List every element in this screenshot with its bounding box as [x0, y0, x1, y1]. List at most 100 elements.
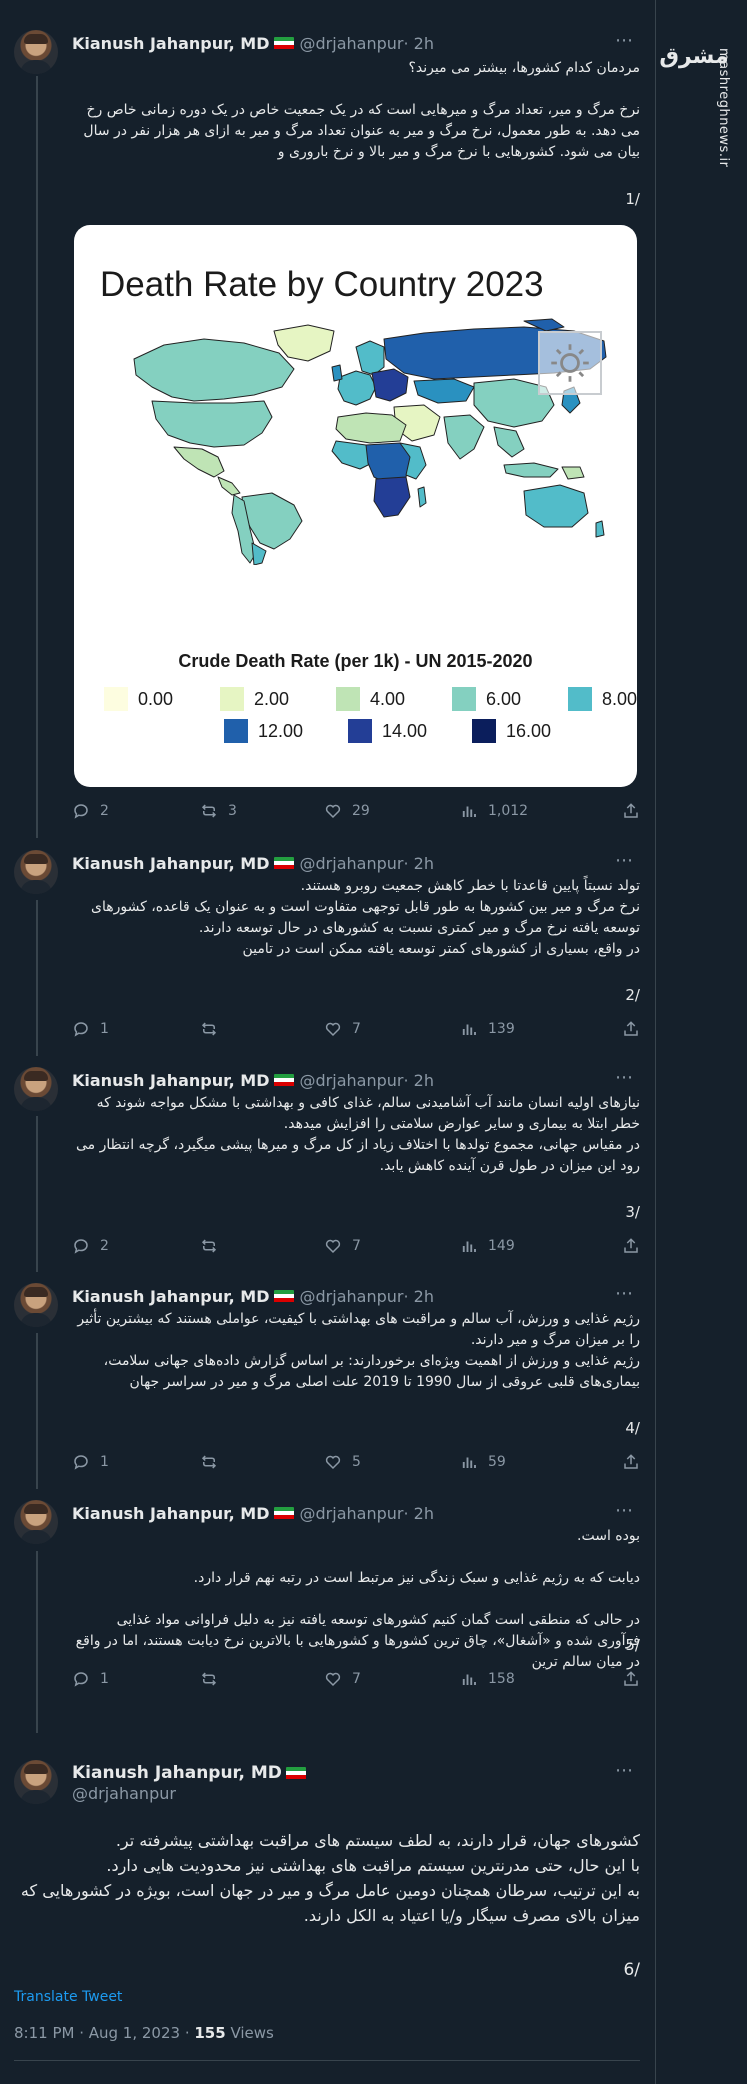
tweet[interactable]: Kianush Jahanpur, MD @drjahanpur · 2h ⋯ بوده…: [0, 1490, 656, 1706]
tweet-meta: 8:11 PM · Aug 1, 2023 · 155 Views: [14, 2024, 274, 2042]
retweet-button[interactable]: 3: [200, 802, 237, 820]
retweet-icon: [201, 1672, 217, 1686]
avatar[interactable]: [14, 30, 58, 74]
share-button[interactable]: [622, 802, 640, 824]
avatar[interactable]: [14, 1067, 58, 1111]
author-handle[interactable]: @drjahanpur: [300, 1287, 404, 1306]
more-options-icon[interactable]: ⋯: [615, 30, 634, 51]
views-button[interactable]: 139: [460, 1020, 515, 1038]
reply-button[interactable]: 1: [72, 1670, 109, 1688]
like-count: 7: [352, 1238, 361, 1254]
tweet[interactable]: Kianush Jahanpur, MD @drjahanpur · 2h ⋯ رژیم…: [0, 1273, 656, 1489]
share-button[interactable]: [622, 1670, 640, 1692]
tweet-text: تولد نسبتاً پایین قاعدتا با خطر کاهش جمع…: [91, 878, 640, 957]
views-button[interactable]: 149: [460, 1237, 515, 1255]
views-button[interactable]: 1,012: [460, 802, 528, 820]
retweet-button[interactable]: [200, 1453, 228, 1471]
legend-label: 14.00: [382, 720, 428, 741]
translate-tweet-link[interactable]: Translate Tweet: [14, 1989, 122, 2005]
reply-button[interactable]: 2: [72, 1237, 109, 1255]
author-name[interactable]: Kianush Jahanpur, MD: [72, 1287, 270, 1306]
author-handle[interactable]: @drjahanpur: [300, 1504, 404, 1523]
author-handle[interactable]: @drjahanpur: [300, 854, 404, 873]
map-region-australia: [523, 484, 589, 528]
more-options-icon[interactable]: ⋯: [615, 1283, 634, 1304]
heart-icon: [325, 1239, 341, 1254]
tweet-time[interactable]: · 2h: [403, 1504, 434, 1523]
map-region-usa: [151, 400, 273, 448]
more-options-icon[interactable]: ⋯: [615, 1067, 634, 1088]
reply-icon: [74, 1022, 88, 1037]
reply-button[interactable]: 1: [72, 1453, 109, 1471]
avatar[interactable]: [14, 1500, 58, 1544]
map-region-north-africa: [335, 412, 407, 444]
tweet[interactable]: Kianush Jahanpur, MD @drjahanpur · 2h ⋯ نیاز…: [0, 1057, 656, 1273]
legend-swatch: [452, 687, 476, 711]
legend-item: 14.00: [348, 719, 427, 743]
legend-label: 8.00: [602, 688, 637, 709]
more-options-icon[interactable]: ⋯: [615, 1500, 634, 1521]
legend-swatch: [104, 687, 128, 711]
brand-strip: [657, 0, 747, 2084]
share-button[interactable]: [622, 1020, 640, 1042]
chart-image[interactable]: Death Rate by Country 2023 Crude Death R…: [74, 225, 637, 787]
retweet-button[interactable]: [200, 1020, 228, 1038]
avatar[interactable]: [14, 1760, 58, 1804]
views-icon: [462, 806, 476, 817]
like-button[interactable]: 7: [324, 1237, 361, 1255]
share-icon: [624, 803, 638, 818]
author-handle[interactable]: @drjahanpur: [72, 1784, 176, 1803]
tweet-text: نیازهای اولیه انسان مانند آب آشامیدنی سا…: [75, 1095, 640, 1174]
author-name[interactable]: Kianush Jahanpur, MD: [72, 854, 270, 873]
like-button[interactable]: 5: [324, 1453, 361, 1471]
tweet-thread: Kianush Jahanpur, MD @drjahanpur · 2h ⋯ …: [0, 0, 656, 2084]
more-options-icon[interactable]: ⋯: [615, 850, 634, 871]
view-count: 59: [488, 1454, 506, 1470]
tweet[interactable]: Kianush Jahanpur, MD @drjahanpur ⋯ کشوره…: [0, 1740, 656, 2010]
more-options-icon[interactable]: ⋯: [615, 1760, 634, 1781]
share-button[interactable]: [622, 1237, 640, 1259]
retweet-icon: [201, 804, 217, 818]
views-button[interactable]: 158: [460, 1670, 515, 1688]
tweet[interactable]: Kianush Jahanpur, MD @drjahanpur · 2h ⋯ تولد…: [0, 840, 656, 1056]
tweet-time[interactable]: · 2h: [403, 854, 434, 873]
author-name[interactable]: Kianush Jahanpur, MD: [72, 1504, 270, 1523]
tweet-timestamp[interactable]: 8:11 PM · Aug 1, 2023 ·: [14, 2024, 194, 2042]
author-handle[interactable]: @drjahanpur: [300, 34, 404, 53]
legend-title: Crude Death Rate (per 1k) - UN 2015-2020: [178, 651, 533, 671]
retweet-button[interactable]: [200, 1670, 228, 1688]
author-name[interactable]: Kianush Jahanpur, MD: [72, 34, 270, 53]
view-count: 139: [488, 1021, 515, 1037]
author-handle[interactable]: @drjahanpur: [300, 1071, 404, 1090]
legend-label: 0.00: [138, 688, 174, 709]
reply-icon: [74, 804, 88, 819]
thread-number: 1/: [625, 190, 640, 208]
legend-label: 16.00: [506, 720, 552, 741]
share-button[interactable]: [622, 1453, 640, 1475]
retweet-button[interactable]: [200, 1237, 228, 1255]
tweet-time[interactable]: · 2h: [403, 34, 434, 53]
avatar[interactable]: [14, 850, 58, 894]
author-name[interactable]: Kianush Jahanpur, MD: [72, 1763, 282, 1783]
views-button[interactable]: 59: [460, 1453, 506, 1471]
map-region-western-europe: [337, 370, 377, 406]
tweet-header: Kianush Jahanpur, MD: [72, 1762, 312, 1784]
author-name[interactable]: Kianush Jahanpur, MD: [72, 1071, 270, 1090]
reply-button[interactable]: 2: [72, 802, 109, 820]
tweet-time[interactable]: · 2h: [403, 1287, 434, 1306]
like-button[interactable]: 29: [324, 802, 370, 820]
tweet-time[interactable]: · 2h: [403, 1071, 434, 1090]
map-region-new-zealand: [595, 520, 605, 538]
heart-icon: [325, 1672, 341, 1687]
map-region-kazakhstan: [413, 378, 475, 404]
avatar[interactable]: [14, 1283, 58, 1327]
legend-label: 6.00: [486, 688, 522, 709]
iran-flag-icon: [285, 1766, 306, 1780]
like-button[interactable]: 7: [324, 1670, 361, 1688]
like-button[interactable]: 7: [324, 1020, 361, 1038]
reply-button[interactable]: 1: [72, 1020, 109, 1038]
tweet[interactable]: Kianush Jahanpur, MD @drjahanpur · 2h ⋯ …: [0, 0, 656, 840]
tweet-header: Kianush Jahanpur, MD @drjahanpur · 2h: [72, 32, 434, 54]
tweet-header: Kianush Jahanpur, MD @drjahanpur · 2h: [72, 852, 434, 874]
like-count: 7: [352, 1671, 361, 1687]
